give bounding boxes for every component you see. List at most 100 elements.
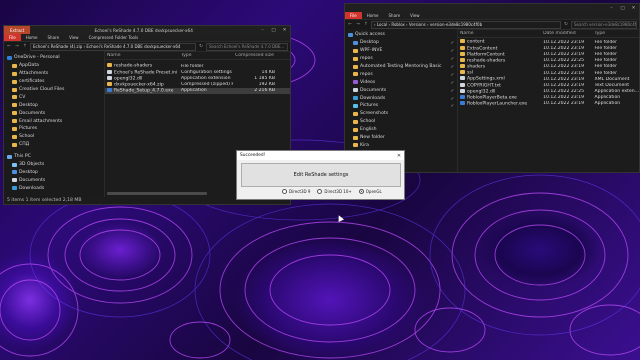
nav-item[interactable]: СПД bbox=[4, 141, 104, 149]
table-row[interactable]: shaders 10.12.2022 23:19 File folder bbox=[458, 64, 639, 70]
nav-item[interactable]: CV bbox=[4, 93, 104, 101]
dialog-title-bar[interactable]: Succeeded! ✕ bbox=[237, 151, 404, 160]
table-row[interactable]: AppSettings.xml 10.12.2022 23:19 XML Docum… bbox=[458, 76, 639, 82]
edit-reshade-settings-button[interactable]: Edit ReShade settings bbox=[241, 163, 401, 187]
maximize-icon[interactable]: □ bbox=[268, 26, 279, 34]
nav-item-onedrive[interactable]: OneDrive - Personal bbox=[4, 54, 104, 62]
back-arrow-icon[interactable]: ← bbox=[347, 22, 353, 27]
up-arrow-icon[interactable]: ↑ bbox=[363, 22, 369, 27]
pin-icon[interactable]: ✔ bbox=[451, 48, 457, 53]
pin-icon[interactable]: ✔ bbox=[451, 56, 457, 61]
search-input[interactable]: Search Echoei's ReShade 4.7.0 DBE... bbox=[206, 42, 288, 51]
table-row[interactable]: opengl32.dll 10.12.2022 22:25 Application … bbox=[458, 88, 639, 95]
ribbon-tab-file[interactable]: File bbox=[345, 12, 362, 19]
back-arrow-icon[interactable]: ← bbox=[6, 44, 12, 49]
pin-icon[interactable]: ✔ bbox=[451, 72, 457, 77]
minimize-icon[interactable]: – bbox=[606, 4, 617, 12]
horizontal-scrollbar[interactable] bbox=[107, 192, 207, 195]
folder-icon bbox=[12, 111, 17, 116]
table-row[interactable]: ExtraContent 10.12.2022 23:19 File folder bbox=[458, 45, 639, 51]
pin-icon[interactable]: ✔ bbox=[451, 103, 457, 108]
table-row[interactable]: RobloxPlayerLauncher.exe 10.12.2022 23:19… bbox=[458, 101, 639, 107]
pin-icon[interactable]: ✔ bbox=[451, 80, 457, 85]
title-bar[interactable]: Extract Echoei's ReShade 4.7.0 DBE dxvkp… bbox=[4, 26, 290, 34]
ribbon-tab-compressed-tools[interactable]: Compressed Folder Tools bbox=[84, 35, 144, 40]
nav-item[interactable]: Pictures bbox=[4, 125, 104, 133]
nav-item[interactable]: repos ✔ bbox=[345, 55, 457, 63]
radio-direct3d-10[interactable]: Direct3D 10+ bbox=[317, 189, 352, 194]
close-icon[interactable]: ✕ bbox=[394, 153, 404, 159]
ribbon-tab-share[interactable]: Share bbox=[43, 35, 65, 40]
nav-item[interactable]: 3D Objects bbox=[4, 161, 104, 169]
nav-item[interactable]: repos ✔ bbox=[345, 70, 457, 78]
nav-item-this-pc[interactable]: This PC bbox=[4, 153, 104, 161]
nav-item[interactable]: Screenshots bbox=[345, 110, 457, 118]
nav-item[interactable]: Documents bbox=[4, 109, 104, 117]
pin-icon[interactable]: ✔ bbox=[451, 64, 457, 69]
table-row[interactable]: opengl32.dll Application extension 1 185… bbox=[105, 75, 290, 81]
nav-item[interactable]: Pictures ✔ bbox=[345, 102, 457, 110]
nav-item[interactable]: Documents bbox=[4, 176, 104, 184]
minimize-icon[interactable]: – bbox=[257, 26, 268, 34]
pin-icon[interactable]: ✔ bbox=[451, 96, 457, 101]
nav-item[interactable]: Downloads ✔ bbox=[345, 94, 457, 102]
nav-item[interactable]: Email attachments bbox=[4, 117, 104, 125]
radio-opengl[interactable]: OpenGL bbox=[358, 189, 382, 194]
nav-item[interactable]: School bbox=[345, 118, 457, 126]
pin-icon[interactable]: ✔ bbox=[451, 88, 457, 93]
column-header-name[interactable]: Name bbox=[458, 31, 541, 36]
nav-item[interactable]: Automated Testing Mentoring Basic ✔ bbox=[345, 63, 457, 71]
nav-item[interactable]: Kira bbox=[345, 141, 457, 149]
column-header-name[interactable]: Name bbox=[105, 53, 179, 58]
nav-item[interactable]: Desktop ✔ bbox=[345, 39, 457, 47]
column-header-compressed-size[interactable]: Compressed size bbox=[233, 53, 281, 58]
radio-direct3d-9[interactable]: Direct3D 9 bbox=[282, 189, 310, 194]
nav-item[interactable]: Desktop bbox=[4, 168, 104, 176]
column-header-date-modified[interactable]: Date modified bbox=[541, 31, 592, 36]
nav-item[interactable]: Videos ✔ bbox=[345, 78, 457, 86]
table-row[interactable]: dxvkpsuecker-x64.zip Compressed (zipped)… bbox=[105, 81, 290, 88]
ribbon-tab-home[interactable]: Home bbox=[362, 13, 384, 18]
nav-item-quick-access[interactable]: Quick access bbox=[345, 31, 457, 39]
ribbon-tab-home[interactable]: Home bbox=[21, 35, 43, 40]
refresh-icon[interactable]: ↻ bbox=[563, 22, 569, 27]
table-row-selected[interactable]: ReShade_Setup_4.7.0.exe Application 2 21… bbox=[105, 87, 290, 94]
nav-item[interactable]: Attachments bbox=[4, 70, 104, 78]
nav-item[interactable]: Desktop bbox=[4, 101, 104, 109]
path-input[interactable]: Echoei's ReShade (4).zip › Echoei's ReSh… bbox=[30, 42, 196, 51]
nav-item[interactable]: AppData bbox=[4, 62, 104, 70]
ribbon-tab-view[interactable]: View bbox=[405, 13, 425, 18]
close-icon[interactable]: ✕ bbox=[279, 26, 290, 34]
refresh-icon[interactable]: ↻ bbox=[198, 44, 204, 49]
table-row[interactable]: reshade-shaders 10.12.2022 22:25 File fold… bbox=[458, 57, 639, 64]
up-arrow-icon[interactable]: ↑ bbox=[22, 44, 28, 49]
column-header-type[interactable]: Type bbox=[179, 53, 233, 58]
title-bar[interactable]: – □ ✕ bbox=[345, 4, 639, 12]
table-row[interactable]: content 10.12.2022 23:19 File folder bbox=[458, 39, 639, 45]
close-icon[interactable]: ✕ bbox=[628, 4, 639, 12]
maximize-icon[interactable]: □ bbox=[617, 4, 628, 12]
pin-icon[interactable]: ✔ bbox=[451, 40, 457, 45]
search-input[interactable]: Search version-e3de8c1980c4f0b bbox=[571, 20, 637, 29]
nav-item[interactable]: Creative Cloud Files bbox=[4, 86, 104, 94]
extract-context-tab[interactable]: Extract bbox=[4, 26, 31, 34]
ribbon-tab-share[interactable]: Share bbox=[384, 13, 406, 18]
path-input[interactable]: › Local › Roblox › Versions › version-e3… bbox=[371, 20, 561, 29]
nav-item[interactable]: certificates bbox=[4, 78, 104, 86]
table-row[interactable]: COPYRIGHT.txt 10.12.2022 23:19 Text Docume… bbox=[458, 82, 639, 88]
forward-arrow-icon[interactable]: → bbox=[355, 22, 361, 27]
table-row[interactable]: RobloxPlayerBeta.exe 10.12.2022 23:19 Appl… bbox=[458, 95, 639, 101]
table-row[interactable]: Echoei's ReShade Preset.ini Configuratio… bbox=[105, 69, 290, 75]
nav-item[interactable]: WPF-INVE ✔ bbox=[345, 47, 457, 55]
nav-item[interactable]: Downloads bbox=[4, 184, 104, 192]
forward-arrow-icon[interactable]: → bbox=[14, 44, 20, 49]
table-row[interactable]: PlatformContent 10.12.2022 23:19 File fold… bbox=[458, 51, 639, 57]
nav-item[interactable]: English bbox=[345, 126, 457, 134]
table-row[interactable]: ssl 10.12.2022 23:19 File folder bbox=[458, 70, 639, 76]
nav-item[interactable]: Documents ✔ bbox=[345, 86, 457, 94]
nav-item[interactable]: School bbox=[4, 133, 104, 141]
column-header-type[interactable]: Type bbox=[593, 31, 639, 36]
ribbon-tab-file[interactable]: File bbox=[4, 34, 21, 41]
nav-item[interactable]: New folder bbox=[345, 134, 457, 142]
ribbon-tab-view[interactable]: View bbox=[64, 35, 84, 40]
